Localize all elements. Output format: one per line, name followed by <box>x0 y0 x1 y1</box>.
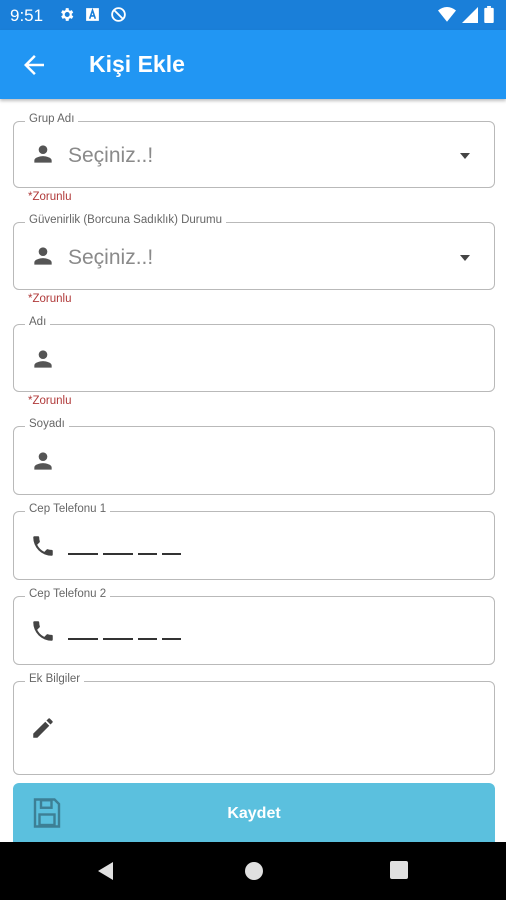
extra-info-field[interactable]: Ek Bilgiler <box>13 673 495 775</box>
settings-icon <box>61 8 74 21</box>
first-name-field[interactable]: Adı <box>13 316 495 392</box>
recents-square-icon[interactable] <box>390 861 408 879</box>
trust-required-hint: *Zorunlu <box>28 293 72 305</box>
app-bar: Kişi Ekle <box>0 30 506 99</box>
trust-select[interactable]: Güvenirlik (Borcuna Sadıklık) Durumu Seç… <box>13 214 495 290</box>
group-select-label: Grup Adı <box>25 113 79 125</box>
last-name-label: Soyadı <box>25 418 69 430</box>
status-icons-left <box>58 6 127 23</box>
back-triangle-icon[interactable] <box>96 861 116 881</box>
person-icon <box>34 247 52 265</box>
phone2-label: Cep Telefonu 2 <box>25 588 111 600</box>
group-required-hint: *Zorunlu <box>28 191 72 203</box>
person-icon <box>34 350 52 368</box>
trust-select-value: Seçiniz..! <box>68 246 154 269</box>
phone1-input[interactable] <box>68 553 181 555</box>
signal-icon <box>462 6 478 23</box>
home-circle-icon[interactable] <box>244 861 264 881</box>
system-nav-bar <box>0 842 506 900</box>
group-select-value: Seçiniz..! <box>68 144 154 167</box>
phone1-label: Cep Telefonu 1 <box>25 503 111 515</box>
a-box-icon <box>86 7 99 21</box>
chevron-down-icon <box>460 153 470 159</box>
status-bar: 9:51 <box>0 0 506 30</box>
phone2-field[interactable]: Cep Telefonu 2 <box>13 588 495 665</box>
phone1-field[interactable]: Cep Telefonu 1 <box>13 503 495 580</box>
arrow-left-icon <box>24 55 44 75</box>
page-title: Kişi Ekle <box>89 51 185 77</box>
group-select[interactable]: Grup Adı Seçiniz..! <box>13 113 495 188</box>
last-name-field[interactable]: Soyadı <box>13 418 495 495</box>
save-button[interactable]: Kaydet <box>13 783 495 842</box>
extra-info-label: Ek Bilgiler <box>25 673 85 685</box>
chevron-down-icon <box>460 255 470 261</box>
wifi-icon <box>438 6 456 22</box>
phone-icon <box>33 536 53 556</box>
save-button-label: Kaydet <box>227 805 281 822</box>
battery-icon <box>484 6 494 23</box>
status-icons-right <box>438 6 494 23</box>
phone2-input[interactable] <box>68 638 181 640</box>
phone-icon <box>33 621 53 641</box>
form: Grup Adı Seçiniz..! *Zorunlu Güvenirlik … <box>0 99 506 842</box>
dnd-icon <box>111 7 126 22</box>
back-button[interactable] <box>18 50 50 80</box>
status-time: 9:51 <box>10 6 44 25</box>
first-name-required-hint: *Zorunlu <box>28 395 72 407</box>
trust-select-label: Güvenirlik (Borcuna Sadıklık) Durumu <box>25 214 227 226</box>
first-name-label: Adı <box>25 316 51 328</box>
person-icon <box>34 452 52 470</box>
pencil-icon <box>33 718 53 738</box>
person-icon <box>34 145 52 163</box>
